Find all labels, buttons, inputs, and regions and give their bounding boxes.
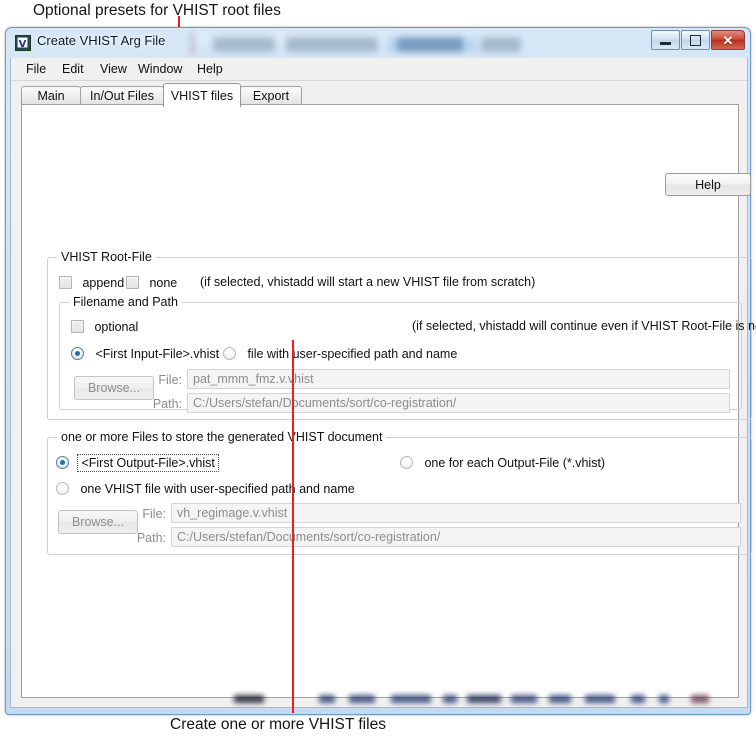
radio-one-per-output-file-label: one for each Output-File (*.vhist) bbox=[424, 456, 606, 470]
group-vhist-root-file: VHIST Root-File append none (if selected… bbox=[47, 250, 756, 420]
help-button[interactable]: Help bbox=[665, 173, 751, 196]
hint-root-file: (if selected, vhistadd will start a new … bbox=[200, 275, 536, 289]
tab-main[interactable]: Main bbox=[21, 86, 81, 105]
menu-item-file[interactable]: File bbox=[23, 62, 49, 76]
svg-text:V: V bbox=[19, 39, 27, 50]
annotation-top: Optional presets for VHIST root files bbox=[33, 2, 281, 19]
close-button[interactable]: ✕ bbox=[711, 30, 745, 50]
menu-item-view[interactable]: View bbox=[97, 62, 130, 76]
background-window-ghost-bottom bbox=[19, 694, 749, 705]
checkbox-none-label: none bbox=[149, 276, 178, 290]
menu-bar: File Edit View Window Help bbox=[11, 58, 747, 81]
checkbox-none-row[interactable]: none bbox=[126, 274, 177, 292]
client-area: File Edit View Window Help Main In/Out F… bbox=[10, 58, 756, 708]
group-filename-and-path: Filename and Path optional (if selected,… bbox=[59, 295, 756, 413]
field-label-path-output: Path: bbox=[136, 531, 166, 545]
radio-one-per-output-file-row[interactable]: one for each Output-File (*.vhist) bbox=[400, 454, 605, 472]
checkbox-optional[interactable] bbox=[71, 320, 84, 333]
background-window-ghost bbox=[191, 32, 521, 56]
tab-strip: Main In/Out Files VHIST files Export bbox=[21, 83, 739, 107]
radio-user-specified-output[interactable] bbox=[56, 482, 69, 495]
tab-vhist-files[interactable]: VHIST files bbox=[163, 83, 241, 107]
tab-panel-vhist-files: Help VHIST Root-File append none (if sel… bbox=[21, 104, 756, 698]
annotation-pointer-bottom bbox=[292, 340, 294, 713]
radio-first-output-file-row[interactable]: <First Output-File>.vhist bbox=[56, 454, 219, 472]
field-label-file-root: File: bbox=[158, 373, 182, 387]
field-file-root[interactable]: pat_mmm_fmz.v.vhist bbox=[187, 369, 730, 389]
menu-item-help[interactable]: Help bbox=[194, 62, 226, 76]
tab-export[interactable]: Export bbox=[240, 86, 302, 105]
field-file-output[interactable]: vh_regimage.v.vhist bbox=[171, 503, 741, 523]
application-window: V Create VHIST Arg File ✕ File Edit View… bbox=[5, 27, 756, 715]
checkbox-none[interactable] bbox=[126, 276, 139, 289]
radio-user-specified-input[interactable] bbox=[223, 347, 236, 360]
checkbox-optional-row[interactable]: optional bbox=[71, 318, 138, 336]
menu-item-window[interactable]: Window bbox=[135, 62, 185, 76]
maximize-button[interactable] bbox=[681, 30, 710, 50]
checkbox-append-row[interactable]: append bbox=[59, 274, 124, 292]
field-path-root[interactable]: C:/Users/stefan/Documents/sort/co-regist… bbox=[187, 393, 730, 413]
radio-user-specified-input-label: file with user-specified path and name bbox=[247, 347, 458, 361]
menu-item-edit[interactable]: Edit bbox=[59, 62, 87, 76]
radio-first-input-file[interactable] bbox=[71, 347, 84, 360]
radio-first-output-file[interactable] bbox=[56, 456, 69, 469]
radio-first-output-file-label: <First Output-File>.vhist bbox=[77, 454, 219, 472]
hint-optional: (if selected, vhistadd will continue eve… bbox=[412, 319, 756, 333]
checkbox-append[interactable] bbox=[59, 276, 72, 289]
radio-user-specified-input-row[interactable]: file with user-specified path and name bbox=[223, 345, 457, 363]
window-title: Create VHIST Arg File bbox=[37, 33, 166, 48]
minimize-button[interactable] bbox=[651, 30, 680, 50]
tab-in-out-files[interactable]: In/Out Files bbox=[80, 86, 164, 105]
field-label-file-output: File: bbox=[142, 507, 166, 521]
group-output-vhist-files: one or more Files to store the generated… bbox=[47, 430, 752, 555]
field-label-path-root: Path: bbox=[152, 397, 182, 411]
group-label-filename-and-path: Filename and Path bbox=[69, 295, 182, 309]
field-path-output[interactable]: C:/Users/stefan/Documents/sort/co-regist… bbox=[171, 527, 741, 547]
radio-first-input-file-row[interactable]: <First Input-File>.vhist bbox=[71, 345, 219, 363]
title-bar[interactable]: V Create VHIST Arg File ✕ bbox=[6, 28, 750, 58]
radio-user-specified-output-row[interactable]: one VHIST file with user-specified path … bbox=[56, 480, 355, 498]
group-label-vhist-root-file: VHIST Root-File bbox=[57, 250, 156, 264]
vhist-app-icon: V bbox=[15, 35, 31, 51]
checkbox-append-label: append bbox=[82, 276, 125, 290]
annotation-bottom: Create one or more VHIST files bbox=[170, 716, 386, 733]
radio-first-input-file-label: <First Input-File>.vhist bbox=[95, 347, 220, 361]
checkbox-optional-label: optional bbox=[94, 320, 139, 334]
radio-one-per-output-file[interactable] bbox=[400, 456, 413, 469]
group-label-output-vhist-files: one or more Files to store the generated… bbox=[57, 430, 387, 444]
close-icon: ✕ bbox=[722, 32, 734, 48]
radio-user-specified-output-label: one VHIST file with user-specified path … bbox=[80, 482, 355, 496]
